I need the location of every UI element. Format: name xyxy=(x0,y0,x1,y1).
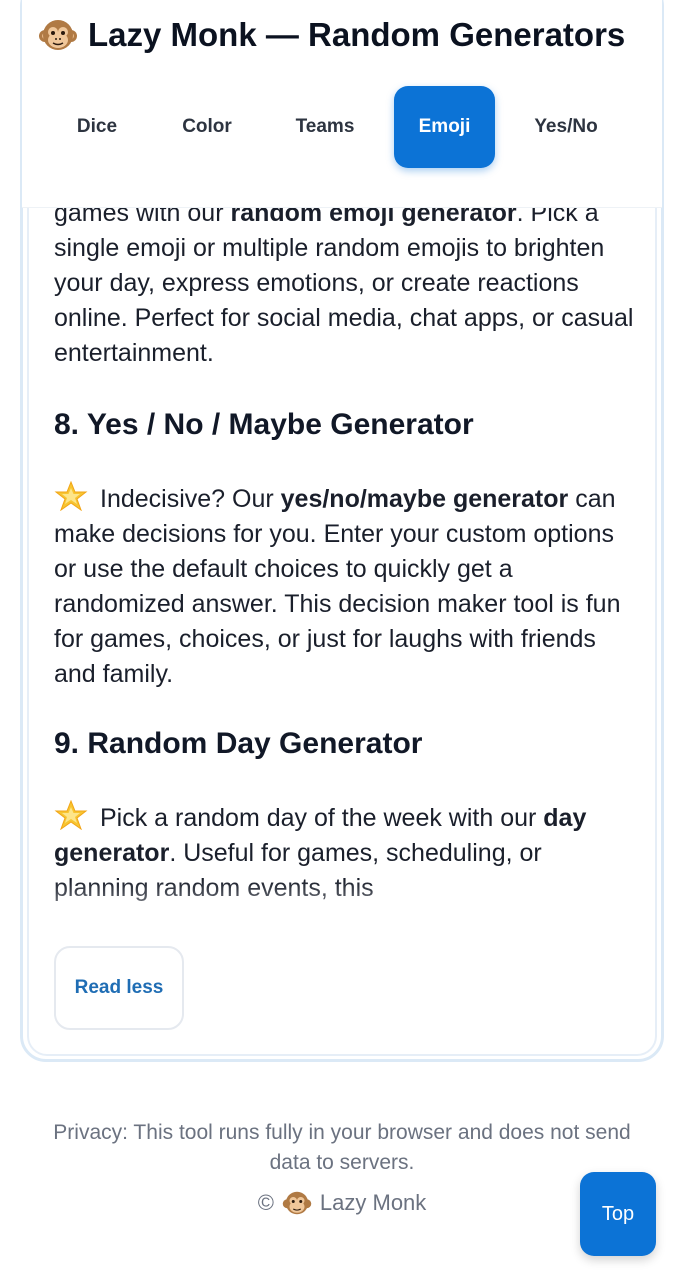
day-paragraph: Pick a random day of the week with our d… xyxy=(54,799,634,906)
section-heading-yes-no: 8. Yes / No / Maybe Generator xyxy=(54,408,474,441)
monkey-face-icon xyxy=(282,1188,312,1218)
monkey-face-icon xyxy=(38,15,78,55)
tab-teams[interactable]: Teams xyxy=(278,86,372,168)
scroll-to-top-button[interactable]: Top xyxy=(580,1172,656,1256)
yes-no-text-suffix: can make decisions for you. Enter your c… xyxy=(54,485,621,688)
tab-emoji[interactable]: Emoji xyxy=(394,86,495,168)
star-icon xyxy=(54,799,88,831)
read-less-button[interactable]: Read less xyxy=(54,946,184,1030)
tab-color[interactable]: Color xyxy=(162,86,252,168)
tab-dice[interactable]: Dice xyxy=(52,86,142,168)
article-content: games with our random emoji generator. P… xyxy=(54,196,634,906)
emoji-paragraph: games with our random emoji generator. P… xyxy=(54,196,634,371)
sticky-header: Lazy Monk — Random Generators Dice Color… xyxy=(22,0,662,208)
yes-no-text-bold: yes/no/maybe generator xyxy=(280,485,569,513)
day-text-prefix: Pick a random day of the week with our xyxy=(100,804,544,832)
copyright-symbol: © xyxy=(257,1190,274,1215)
section-heading-day: 9. Random Day Generator xyxy=(54,727,423,760)
title-text: Lazy Monk — Random Generators xyxy=(88,16,626,53)
yes-no-paragraph: Indecisive? Our yes/no/maybe generator c… xyxy=(54,480,634,692)
tab-yes-no[interactable]: Yes/No xyxy=(516,86,616,168)
generator-tabs: Dice Color Teams Emoji Yes/No xyxy=(22,86,662,170)
yes-no-text-prefix: Indecisive? Our xyxy=(100,485,281,513)
page-title: Lazy Monk — Random Generators xyxy=(38,12,658,58)
privacy-note: Privacy: This tool runs fully in your br… xyxy=(53,1121,631,1174)
star-icon xyxy=(54,480,88,512)
footer-brand: Lazy Monk xyxy=(319,1190,427,1215)
